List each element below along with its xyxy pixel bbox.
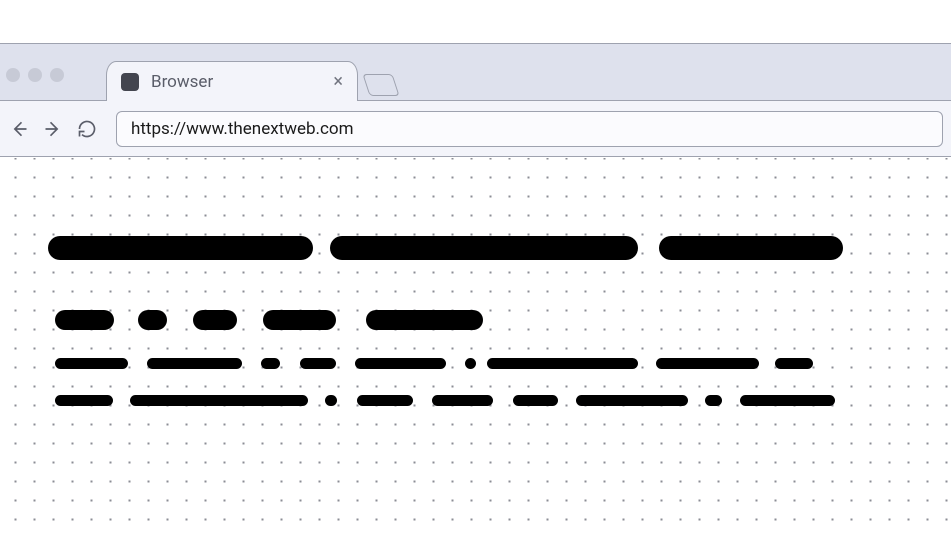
body-skeleton	[130, 395, 308, 406]
browser-chrome: Browser ×	[0, 43, 951, 157]
body-skeleton	[261, 358, 280, 369]
headline-skeleton	[330, 236, 638, 260]
body-skeleton	[740, 395, 835, 406]
reload-button[interactable]	[76, 118, 98, 140]
forward-button[interactable]	[42, 118, 64, 140]
body-skeleton	[487, 358, 638, 369]
arrow-right-icon	[43, 119, 63, 139]
body-skeleton	[432, 395, 493, 406]
body-skeleton	[465, 358, 476, 369]
body-skeleton	[513, 395, 558, 406]
subhead-skeleton	[263, 310, 336, 330]
window-minimize-dot[interactable]	[28, 68, 42, 82]
tab-strip: Browser ×	[0, 43, 951, 101]
arrow-left-icon	[9, 119, 29, 139]
body-skeleton	[300, 358, 336, 369]
body-skeleton	[576, 395, 688, 406]
url-input[interactable]	[131, 119, 928, 139]
body-skeleton	[656, 358, 759, 369]
subhead-skeleton	[138, 310, 167, 330]
address-bar[interactable]	[116, 111, 943, 147]
body-skeleton	[55, 395, 113, 406]
subhead-skeleton	[55, 310, 114, 330]
body-skeleton	[147, 358, 242, 369]
subhead-skeleton	[193, 310, 237, 330]
body-skeleton	[325, 395, 337, 406]
subhead-skeleton	[366, 310, 483, 330]
window-close-dot[interactable]	[6, 68, 20, 82]
body-skeleton	[355, 358, 446, 369]
new-tab-button[interactable]	[362, 74, 399, 96]
headline-skeleton	[48, 236, 313, 260]
tab-title: Browser	[151, 72, 321, 92]
back-button[interactable]	[8, 118, 30, 140]
body-skeleton	[705, 395, 722, 406]
tab-close-icon[interactable]: ×	[333, 73, 343, 91]
browser-tab[interactable]: Browser ×	[106, 61, 358, 101]
window-zoom-dot[interactable]	[50, 68, 64, 82]
window-controls	[6, 68, 64, 82]
navigation-bar	[0, 101, 951, 157]
page-content-wireframe	[0, 158, 951, 535]
body-skeleton	[55, 358, 128, 369]
tab-favicon	[121, 73, 139, 91]
headline-skeleton	[659, 236, 843, 260]
body-skeleton	[357, 395, 413, 406]
body-skeleton	[775, 358, 813, 369]
reload-icon	[77, 119, 97, 139]
